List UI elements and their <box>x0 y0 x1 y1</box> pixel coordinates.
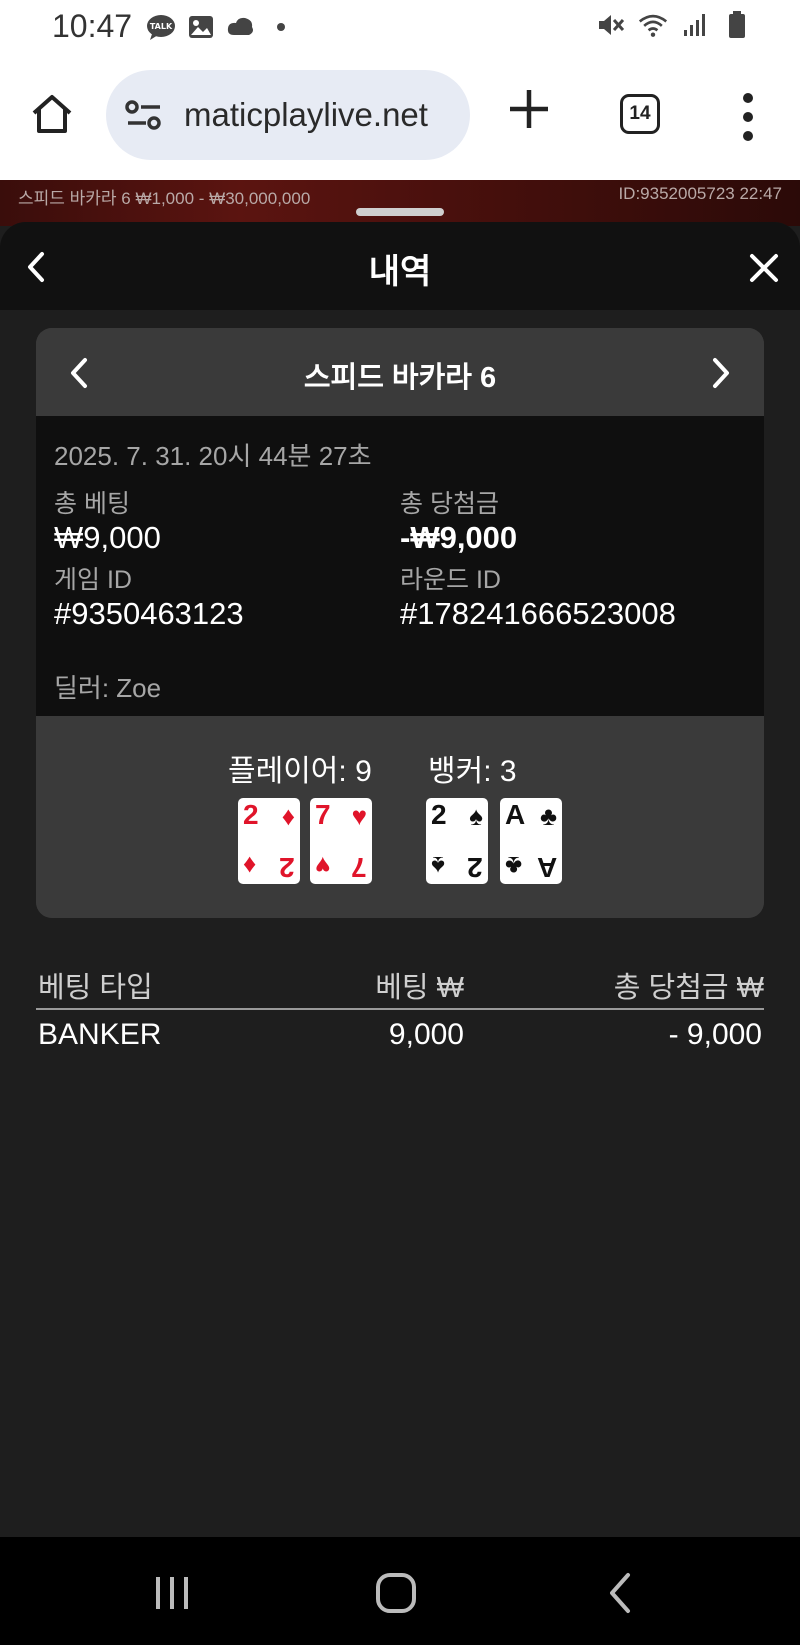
game-id-label: 게임 ID <box>54 566 132 594</box>
header-bet-amount: 베팅 ₩ <box>375 972 464 1004</box>
round-id-value: #178241666523008 <box>400 596 676 631</box>
banker-card-2: A ♣ ♣ A <box>500 798 562 884</box>
history-sheet: 내역 스피드 바카라 6 2025. 7. 31. 20시 44분 27초 총 … <box>0 222 800 1537</box>
new-tab-button[interactable] <box>506 86 552 132</box>
dot-icon <box>266 12 296 42</box>
round-timestamp: 2025. 7. 31. 20시 44분 27초 <box>54 441 372 471</box>
card-rank: 7 <box>351 852 367 883</box>
card-suit-icon: ♠ <box>469 801 483 831</box>
game-session-id: ID:9352005723 22:47 <box>618 184 782 203</box>
recent-apps-icon[interactable] <box>150 1571 194 1615</box>
banker-score-label: 뱅커: 3 <box>428 755 517 788</box>
status-bar: 10:47 TALK <box>0 0 800 56</box>
table-row: BANKER 9,000 - 9,000 <box>36 1010 764 1060</box>
total-win-label: 총 당첨금 <box>400 490 499 518</box>
player-card-1: 2 ♦ ♦ 2 <box>238 798 300 884</box>
address-bar[interactable]: maticplaylive.net <box>106 70 470 160</box>
card-rank: 2 <box>279 852 295 883</box>
card-suit-icon: ♦ <box>281 801 295 831</box>
browser-home-button[interactable] <box>26 88 78 140</box>
next-round-chevron-icon[interactable] <box>708 356 734 390</box>
close-icon[interactable] <box>748 252 780 284</box>
more-menu-icon[interactable] <box>738 92 758 142</box>
game-title: 스피드 바카라 6 <box>303 362 497 394</box>
banker-card-1: 2 ♠ ♠ 2 <box>426 798 488 884</box>
cloud-icon <box>226 12 256 42</box>
mute-icon <box>596 10 626 40</box>
round-id-label: 라운드 ID <box>400 566 501 594</box>
card-rank: A <box>536 852 557 883</box>
url-text[interactable]: maticplaylive.net <box>184 96 462 134</box>
game-id-value: #9350463123 <box>54 596 244 631</box>
total-bet-value: ₩9,000 <box>54 520 161 555</box>
card-rank: 2 <box>243 799 259 830</box>
bet-table-header: 베팅 타입 베팅 ₩ 총 당첨금 ₩ <box>36 958 764 1010</box>
home-icon[interactable] <box>374 1571 418 1615</box>
talk-badge-text: TALK <box>150 22 173 31</box>
card-suit-icon: ♥ <box>351 801 367 831</box>
house-icon <box>32 95 72 133</box>
card-rank: A <box>505 799 526 830</box>
card-suit-icon: ♠ <box>431 851 445 881</box>
card-suit-icon: ♥ <box>315 851 331 881</box>
round-result: 플레이어: 9 뱅커: 3 2 ♦ ♦ 2 7 ♥ ♥ 7 2 ♠ ♠ 2 A <box>36 716 764 918</box>
talk-icon: TALK <box>146 12 176 42</box>
battery-icon <box>722 10 752 40</box>
status-icons-right <box>596 10 752 40</box>
site-settings-icon[interactable] <box>124 98 164 132</box>
card-suit-icon: ♦ <box>243 851 257 881</box>
round-info: 2025. 7. 31. 20시 44분 27초 총 베팅 ₩9,000 총 당… <box>36 416 764 716</box>
card-rank: 7 <box>315 799 331 830</box>
wifi-icon <box>638 10 668 40</box>
game-header-strip: 스피드 바카라 6 ₩1,000 - ₩30,000,000 ID:935200… <box>0 180 800 226</box>
bet-type-cell: BANKER <box>38 1018 162 1051</box>
system-nav-bar <box>0 1537 800 1645</box>
sheet-title: 내역 <box>368 253 432 291</box>
tab-switcher-button[interactable]: 14 <box>620 94 660 134</box>
round-detail-card: 스피드 바카라 6 2025. 7. 31. 20시 44분 27초 총 베팅 … <box>36 328 764 918</box>
header-bet-type: 베팅 타입 <box>38 972 153 1004</box>
total-win-value: -₩9,000 <box>400 520 518 555</box>
card-suit-icon: ♣ <box>505 851 523 881</box>
status-time: 10:47 <box>52 8 133 44</box>
card-rank: 2 <box>431 799 447 830</box>
bet-amount-cell: 9,000 <box>388 1018 464 1051</box>
status-icons-left: TALK <box>146 12 296 42</box>
sheet-drag-handle[interactable] <box>356 208 444 216</box>
signal-icon <box>680 10 710 40</box>
dealer-name: 딜러: Zoe <box>54 673 162 703</box>
header-total-win: 총 당첨금 ₩ <box>613 972 764 1004</box>
browser-toolbar: maticplaylive.net 14 <box>0 56 800 180</box>
total-bet-label: 총 베팅 <box>54 490 130 518</box>
back-icon[interactable] <box>600 1571 644 1615</box>
total-win-cell: - 9,000 <box>668 1018 762 1051</box>
card-suit-icon: ♣ <box>539 801 557 831</box>
sheet-header: 내역 <box>0 222 800 310</box>
bet-table: 베팅 타입 베팅 ₩ 총 당첨금 ₩ BANKER 9,000 - 9,000 <box>36 958 764 1060</box>
card-nav: 스피드 바카라 6 <box>36 328 764 416</box>
game-table-limits: 스피드 바카라 6 ₩1,000 - ₩30,000,000 <box>18 189 311 208</box>
card-rank: 2 <box>467 852 483 883</box>
gallery-icon <box>186 12 216 42</box>
player-score-label: 플레이어: 9 <box>228 755 372 788</box>
player-card-2: 7 ♥ ♥ 7 <box>310 798 372 884</box>
